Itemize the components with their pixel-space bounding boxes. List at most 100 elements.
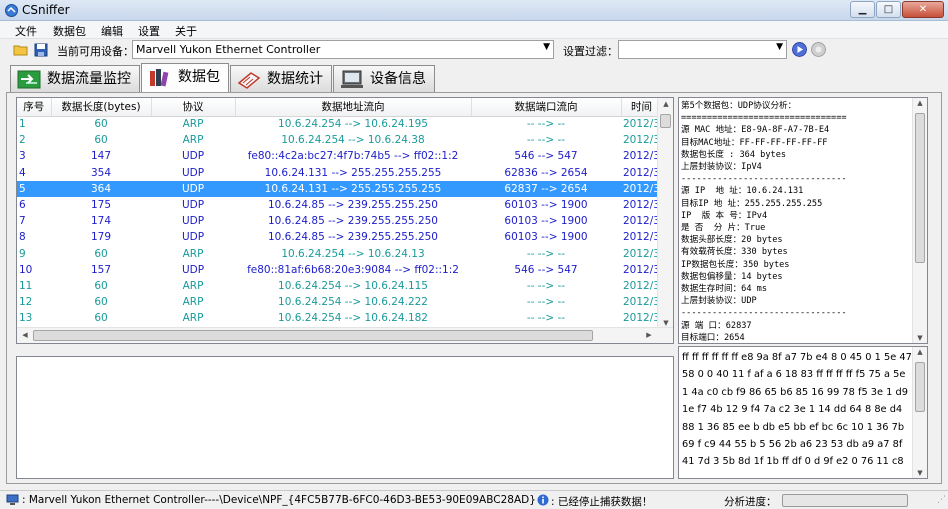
open-folder-icon[interactable] bbox=[13, 42, 29, 58]
cell-time: 2012/3 bbox=[623, 279, 660, 292]
analysis-line: 目标端口：2654 bbox=[681, 332, 745, 343]
cell-protocol: UDP bbox=[151, 180, 235, 197]
hex-vscroll[interactable]: ▲ ▼ bbox=[912, 347, 927, 478]
info-icon bbox=[537, 494, 549, 506]
table-row[interactable]: 3 147 UDP fe80::4c2a:bc27:4f7b:74b5 --> ff0… bbox=[17, 148, 662, 164]
scroll-right-icon[interactable]: ▶ bbox=[641, 331, 657, 339]
table-row[interactable]: 8 179 UDP 10.6.24.85 --> 239.255.255.250 601… bbox=[17, 229, 662, 245]
analysis-line: 是 否 分 片：True bbox=[681, 223, 766, 234]
scroll-left-icon[interactable]: ◀ bbox=[17, 331, 33, 339]
cell-index: 11 bbox=[19, 279, 33, 292]
cell-address: 10.6.24.85 --> 239.255.255.250 bbox=[267, 199, 438, 212]
scroll-up-icon[interactable]: ▲ bbox=[658, 100, 673, 108]
cell-port: 62836 --> 2654 bbox=[504, 166, 588, 179]
close-button[interactable]: ✕ bbox=[902, 1, 944, 18]
cell-protocol: ARP bbox=[182, 312, 204, 325]
tab-label: 设备信息 bbox=[370, 71, 426, 87]
hex-dump-text[interactable]: ff ff ff ff ff ff e8 9a 8f a7 7b e4 8 0 … bbox=[678, 346, 928, 479]
cell-port: 60103 --> 1900 bbox=[504, 215, 588, 228]
table-row[interactable]: 12 60 ARP 10.6.24.254 --> 10.6.24.222 -- -->… bbox=[17, 294, 662, 310]
cell-protocol: UDP bbox=[181, 199, 205, 212]
table-row[interactable]: 9 60 ARP 10.6.24.254 --> 10.6.24.13 -- --> -… bbox=[17, 246, 662, 262]
status-device: : Marvell Yukon Ethernet Controller----\… bbox=[22, 494, 536, 506]
cell-address: 10.6.24.254 --> 10.6.24.195 bbox=[278, 118, 428, 131]
cell-address: fe80::81af:6b68:20e3:9084 --> ff02::1:2 bbox=[247, 263, 459, 276]
cell-time: 2012/3 bbox=[623, 199, 660, 212]
packet-table-body: 1 60 ARP 10.6.24.254 --> 10.6.24.195 -- --> … bbox=[17, 116, 662, 343]
cell-time: 2012/3 bbox=[623, 150, 660, 163]
cell-time: 2012/3 bbox=[623, 263, 660, 276]
stop-capture-icon[interactable] bbox=[811, 42, 826, 57]
hex-line: 88 1 36 85 ee b db e5 bb ef bc 6c 10 1 3… bbox=[682, 421, 905, 433]
table-row[interactable]: 11 60 ARP 10.6.24.254 --> 10.6.24.115 -- -->… bbox=[17, 278, 662, 294]
cell-port: -- --> -- bbox=[526, 134, 566, 147]
packet-list[interactable]: 序号 数据长度(bytes) 协议 数据地址流向 数据端口流向 时间 1 60 AR… bbox=[16, 97, 674, 344]
table-row[interactable]: 6 175 UDP 10.6.24.85 --> 239.255.255.250 601… bbox=[17, 197, 662, 213]
cell-port: -- --> -- bbox=[526, 118, 566, 131]
menu-settings[interactable]: 设置 bbox=[138, 23, 160, 39]
table-row[interactable]: 1 60 ARP 10.6.24.254 --> 10.6.24.195 -- --> … bbox=[17, 116, 662, 132]
scroll-thumb[interactable] bbox=[915, 362, 925, 412]
menu-about[interactable]: 关于 bbox=[175, 23, 197, 39]
cell-time: 2012/3 bbox=[623, 296, 660, 309]
column-header-index[interactable]: 序号 bbox=[17, 98, 52, 117]
chevron-down-icon: ▼ bbox=[543, 42, 550, 52]
resize-grip-icon[interactable]: ⋰ bbox=[937, 495, 946, 505]
tab-device-info[interactable]: 设备信息 bbox=[333, 65, 435, 93]
cell-time: 2012/3 bbox=[623, 134, 660, 147]
analysis-line: 上层封装协议：UDP bbox=[681, 296, 757, 307]
table-row[interactable]: 7 174 UDP 10.6.24.85 --> 239.255.255.250 601… bbox=[17, 213, 662, 229]
packet-list-vscroll[interactable]: ▲ ▼ bbox=[657, 98, 673, 329]
scroll-thumb[interactable] bbox=[915, 113, 925, 263]
device-select[interactable]: Marvell Yukon Ethernet Controller ▼ bbox=[132, 40, 554, 59]
analysis-line: -------------------------------- bbox=[681, 174, 847, 185]
scroll-thumb[interactable] bbox=[660, 114, 671, 128]
filter-select[interactable]: ▼ bbox=[618, 40, 787, 59]
scroll-down-icon[interactable]: ▼ bbox=[913, 469, 927, 477]
device-info-icon bbox=[341, 70, 363, 88]
cell-protocol: UDP bbox=[181, 150, 205, 163]
cell-length: 147 bbox=[90, 150, 112, 163]
table-row[interactable]: 4 354 UDP 10.6.24.131 --> 255.255.255.255 62… bbox=[17, 165, 662, 181]
packet-list-hscroll[interactable]: ◀ ▶ bbox=[17, 327, 673, 343]
packet-detail-area[interactable] bbox=[16, 356, 674, 479]
analysis-vscroll[interactable]: ▲ ▼ bbox=[912, 98, 927, 343]
cell-address: 10.6.24.254 --> 10.6.24.115 bbox=[278, 279, 428, 292]
tab-traffic-monitor[interactable]: 数据流量监控 bbox=[10, 65, 140, 93]
tab-packets[interactable]: 数据包 bbox=[141, 63, 229, 93]
cell-length: 60 bbox=[94, 134, 108, 147]
menu-packet[interactable]: 数据包 bbox=[53, 23, 86, 39]
scroll-up-icon[interactable]: ▲ bbox=[913, 348, 927, 356]
menu-edit[interactable]: 编辑 bbox=[101, 23, 123, 39]
start-capture-icon[interactable] bbox=[792, 42, 807, 57]
maximize-button[interactable]: □ bbox=[876, 1, 901, 18]
save-icon[interactable] bbox=[33, 42, 49, 58]
tab-label: 数据统计 bbox=[267, 71, 323, 87]
column-header-protocol[interactable]: 协议 bbox=[151, 98, 236, 117]
cell-address: 10.6.24.85 --> 239.255.255.250 bbox=[267, 215, 438, 228]
hex-line: 1 4a c0 cb f9 86 65 b6 85 16 99 78 f5 3e… bbox=[682, 386, 908, 398]
column-header-time[interactable]: 时间 bbox=[621, 98, 663, 117]
scroll-thumb[interactable] bbox=[33, 330, 593, 341]
scroll-up-icon[interactable]: ▲ bbox=[913, 99, 927, 107]
cell-index: 6 bbox=[19, 199, 26, 212]
analysis-line: 数据包长度 : 364 bytes bbox=[681, 149, 787, 160]
scroll-down-icon[interactable]: ▼ bbox=[658, 319, 673, 327]
cell-length: 157 bbox=[90, 263, 112, 276]
column-header-port[interactable]: 数据端口流向 bbox=[471, 98, 622, 117]
tab-statistics[interactable]: 数据统计 bbox=[230, 65, 332, 93]
scroll-down-icon[interactable]: ▼ bbox=[913, 334, 927, 342]
column-header-address[interactable]: 数据地址流向 bbox=[235, 98, 472, 117]
cell-protocol: UDP bbox=[181, 231, 205, 244]
protocol-analysis-text[interactable]: 第5个数据包：UDP协议分析： =========================… bbox=[678, 97, 928, 344]
table-row[interactable]: 5 364 UDP 10.6.24.131 --> 255.255.255.255 62… bbox=[17, 180, 662, 197]
books-icon bbox=[150, 69, 169, 87]
table-row[interactable]: 10 157 UDP fe80::81af:6b68:20e3:9084 --> ff… bbox=[17, 262, 662, 278]
cell-protocol: ARP bbox=[182, 296, 204, 309]
cell-length: 60 bbox=[94, 296, 108, 309]
minimize-button[interactable]: ▁ bbox=[850, 1, 875, 18]
table-row[interactable]: 2 60 ARP 10.6.24.254 --> 10.6.24.38 -- --> -… bbox=[17, 132, 662, 148]
menu-file[interactable]: 文件 bbox=[15, 23, 37, 39]
column-header-length[interactable]: 数据长度(bytes) bbox=[51, 98, 152, 117]
table-row[interactable]: 13 60 ARP 10.6.24.254 --> 10.6.24.182 -- -->… bbox=[17, 310, 662, 326]
